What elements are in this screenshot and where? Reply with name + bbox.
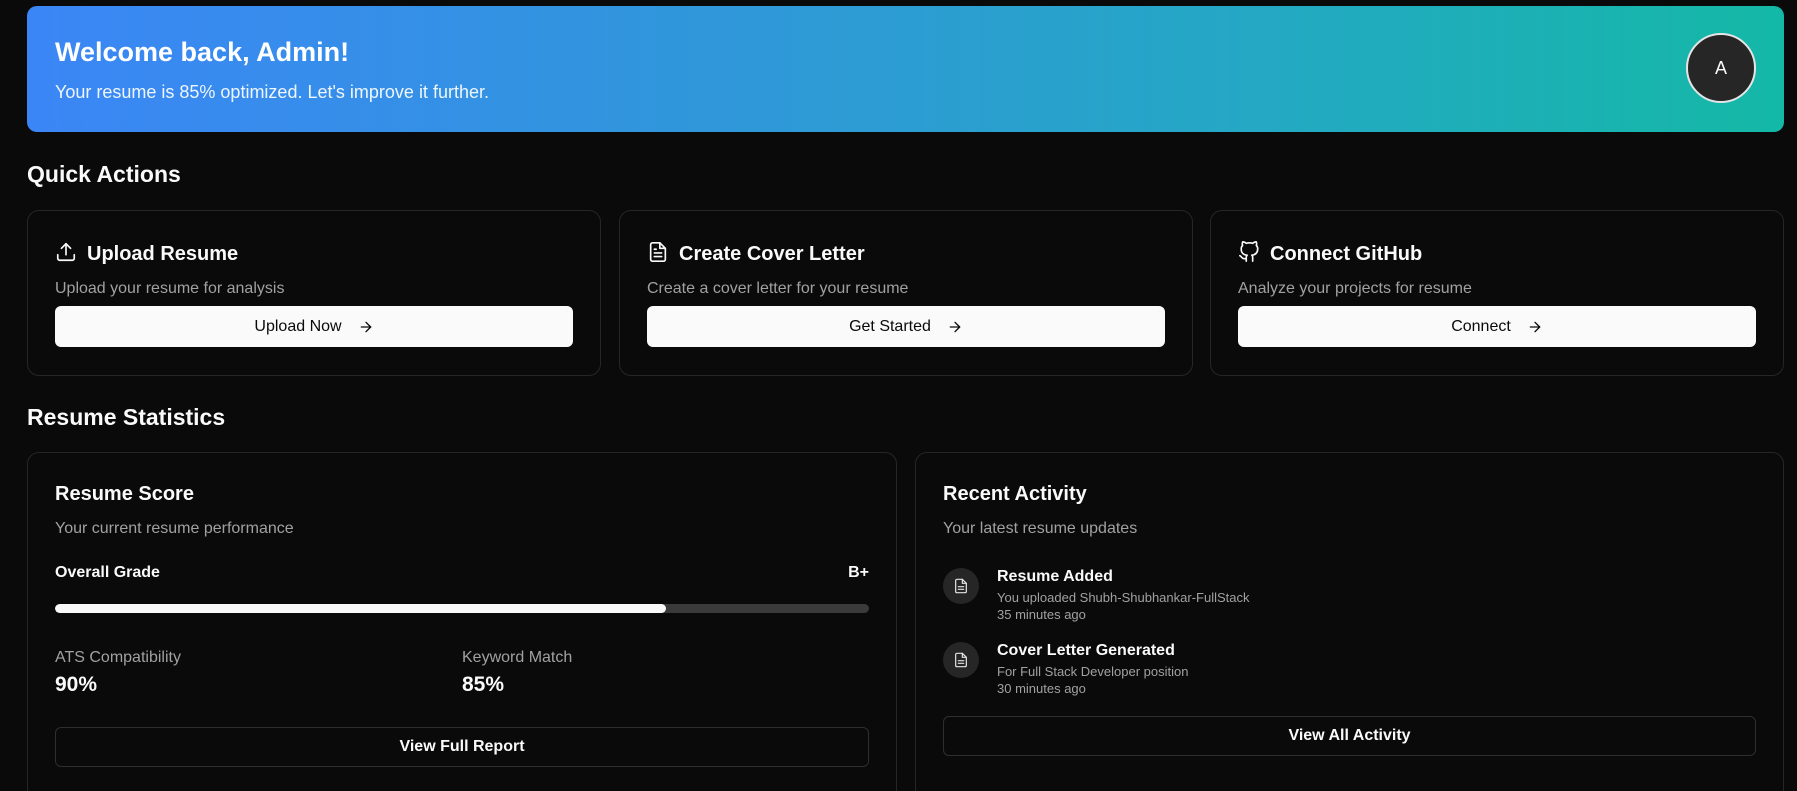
arrow-right-icon <box>949 321 961 332</box>
connect-button[interactable]: Connect <box>1238 306 1756 347</box>
upload-now-button[interactable]: Upload Now <box>55 306 573 347</box>
view-full-report-button[interactable]: View Full Report <box>55 727 869 767</box>
connect-github-title: Connect GitHub <box>1270 243 1423 265</box>
ats-metric: ATS Compatibility 90% <box>55 649 462 697</box>
score-progress-fill <box>55 604 666 613</box>
upload-icon <box>55 241 77 268</box>
dashboard-page: Welcome back, Admin! Your resume is 85% … <box>0 0 1797 791</box>
get-started-label: Get Started <box>849 317 931 335</box>
activity-title: Resume Added <box>997 568 1113 585</box>
activity-detail: For Full Stack Developer position <box>997 664 1189 679</box>
activity-title: Cover Letter Generated <box>997 642 1175 659</box>
avatar[interactable]: A <box>1686 33 1756 103</box>
cover-letter-card: Create Cover Letter Create a cover lette… <box>619 210 1193 376</box>
welcome-title: Welcome back, Admin! <box>55 37 350 67</box>
github-icon <box>1238 241 1260 268</box>
activity-time: 35 minutes ago <box>997 607 1086 622</box>
score-metrics: ATS Compatibility 90% Keyword Match 85% <box>55 649 869 697</box>
cover-letter-title: Create Cover Letter <box>679 243 865 265</box>
activity-time: 30 minutes ago <box>997 681 1086 696</box>
get-started-button[interactable]: Get Started <box>647 306 1165 347</box>
keyword-value: 85% <box>462 673 505 696</box>
resume-score-description: Your current resume performance <box>55 520 294 537</box>
keyword-label: Keyword Match <box>462 649 573 666</box>
list-item[interactable]: Cover Letter Generated For Full Stack De… <box>943 642 1756 696</box>
view-all-activity-button[interactable]: View All Activity <box>943 716 1756 756</box>
list-item[interactable]: Resume Added You uploaded Shubh-Shubhank… <box>943 568 1756 622</box>
upload-resume-description: Upload your resume for analysis <box>55 280 285 297</box>
connect-github-description: Analyze your projects for resume <box>1238 280 1472 297</box>
cover-letter-description: Create a cover letter for your resume <box>647 280 909 297</box>
recent-activity-title: Recent Activity <box>943 483 1087 505</box>
ats-label: ATS Compatibility <box>55 649 181 666</box>
score-progress-bar <box>55 604 869 613</box>
resume-statistics-heading: Resume Statistics <box>27 404 226 430</box>
activity-detail: You uploaded Shubh-Shubhankar-FullStack <box>997 590 1250 605</box>
connect-github-card: Connect GitHub Analyze your projects for… <box>1210 210 1784 376</box>
upload-resume-card: Upload Resume Upload your resume for ana… <box>27 210 601 376</box>
overall-grade-row: Overall Grade B+ <box>55 564 869 582</box>
welcome-subtitle: Your resume is 85% optimized. Let's impr… <box>55 82 489 103</box>
file-icon <box>943 642 979 678</box>
file-icon <box>943 568 979 604</box>
arrow-right-icon <box>360 321 371 332</box>
recent-activity-card: Recent Activity Your latest resume updat… <box>915 452 1784 791</box>
upload-resume-title: Upload Resume <box>87 243 239 265</box>
resume-score-title: Resume Score <box>55 483 194 505</box>
resume-score-card: Resume Score Your current resume perform… <box>27 452 897 791</box>
recent-activity-description: Your latest resume updates <box>943 520 1138 537</box>
overall-grade-value: B+ <box>848 564 869 581</box>
upload-now-label: Upload Now <box>254 317 342 335</box>
arrow-right-icon <box>1529 321 1541 332</box>
connect-label: Connect <box>1451 317 1511 335</box>
welcome-banner: Welcome back, Admin! Your resume is 85% … <box>27 6 1784 132</box>
ats-value: 90% <box>55 673 98 696</box>
overall-grade-label: Overall Grade <box>55 564 160 581</box>
quick-actions-heading: Quick Actions <box>27 161 181 187</box>
file-text-icon <box>647 241 669 268</box>
activity-list: Resume Added You uploaded Shubh-Shubhank… <box>943 568 1756 696</box>
keyword-metric: Keyword Match 85% <box>462 649 869 697</box>
